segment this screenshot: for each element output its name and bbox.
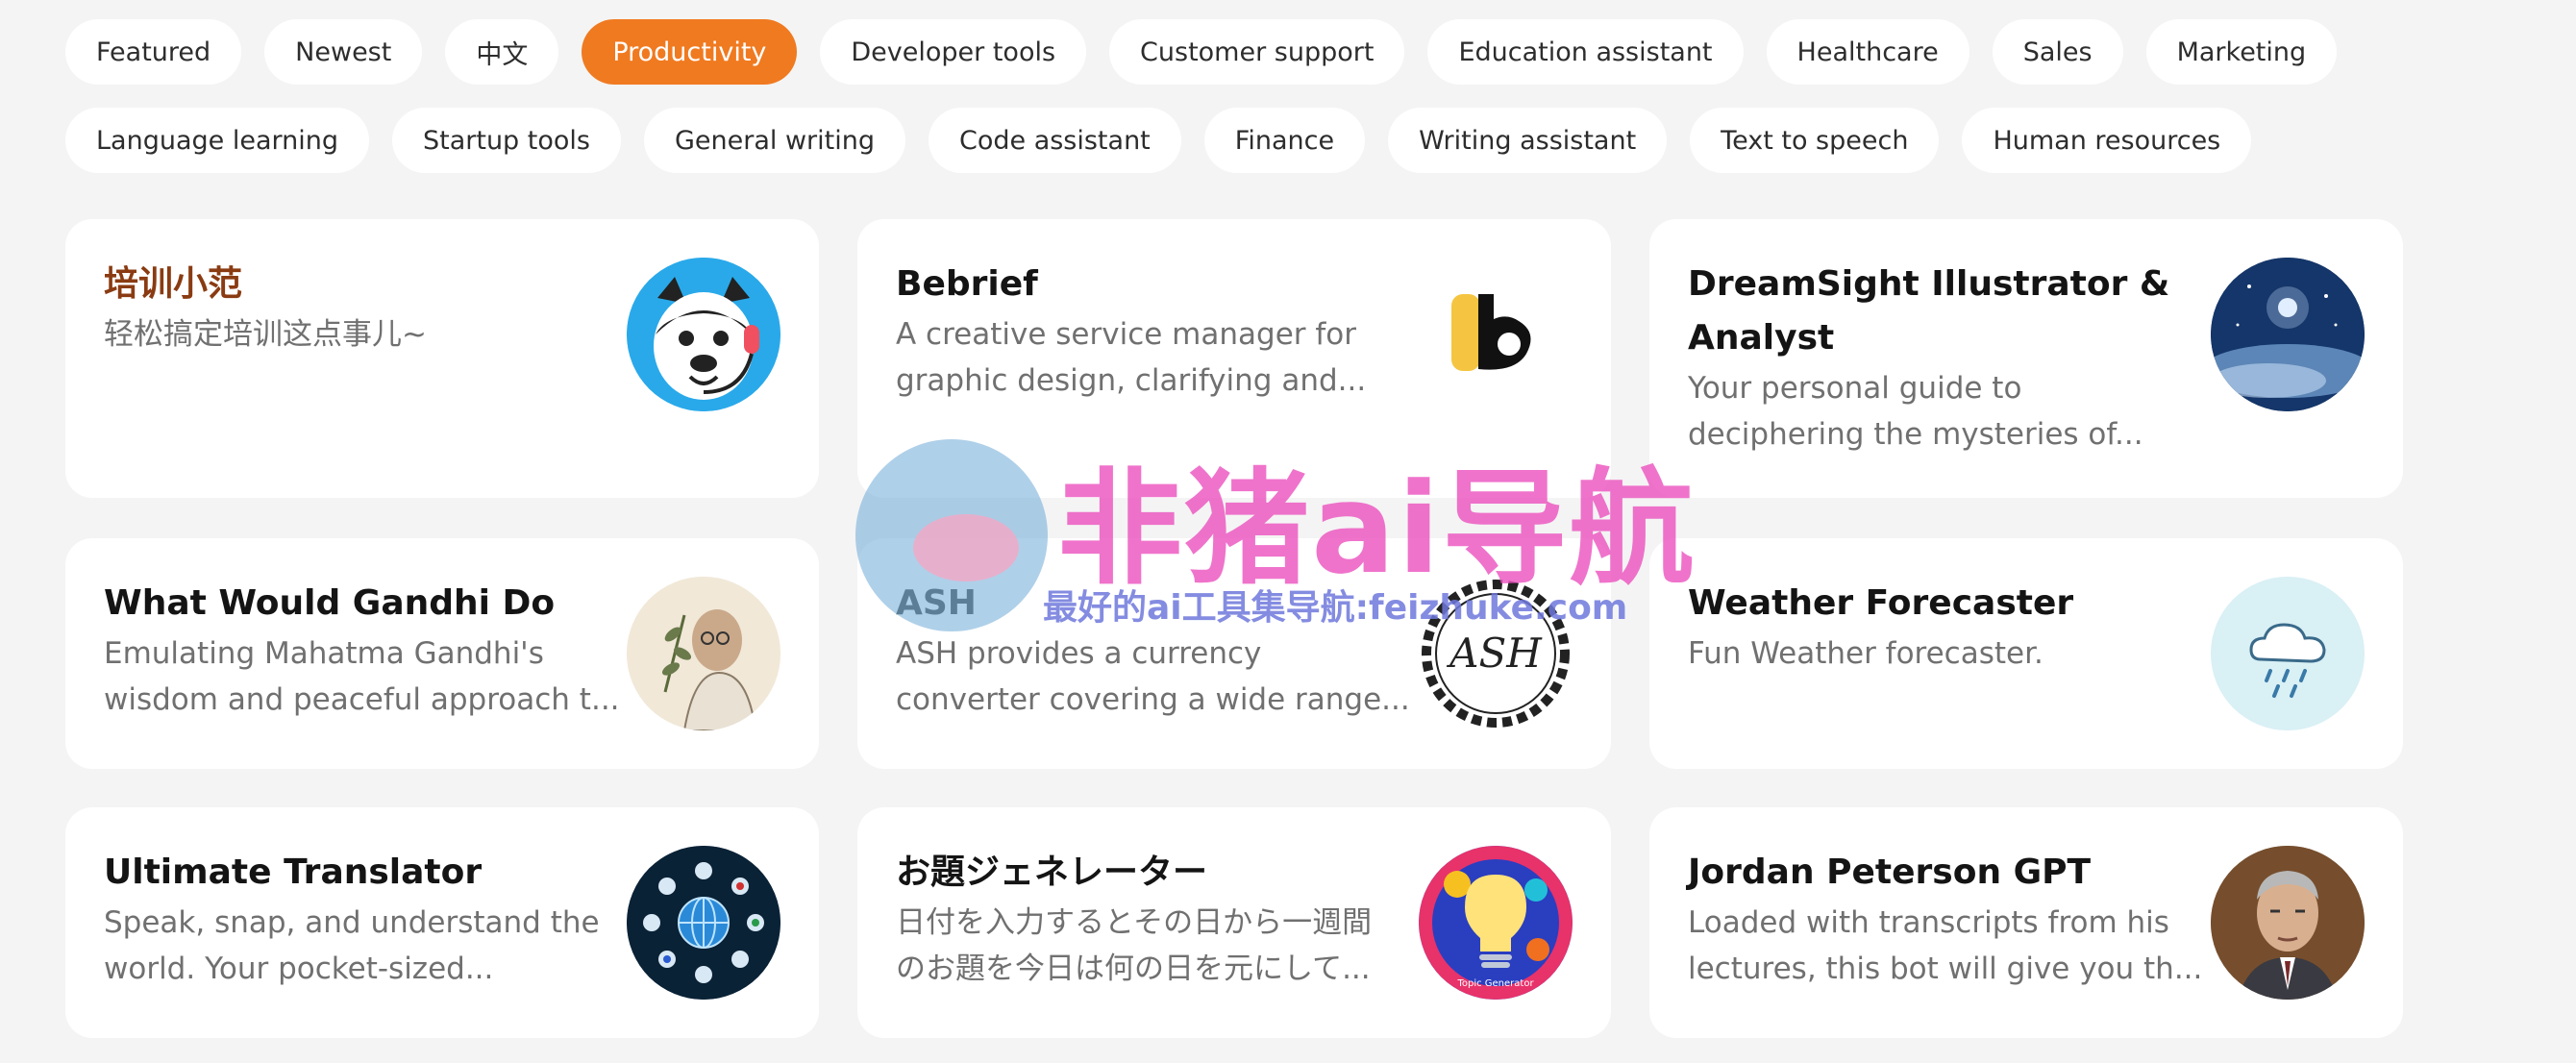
category-pill-code-assistant[interactable]: Code assistant: [928, 108, 1181, 173]
gpt-card-weather-forecaster[interactable]: Weather Forecaster Fun Weather forecaste…: [1649, 538, 2403, 769]
category-pill-featured[interactable]: Featured: [65, 19, 242, 85]
lightbulb-topic-generator-icon: Topic Generator: [1419, 846, 1573, 1000]
gandhi-portrait-icon: [627, 577, 780, 730]
category-pill-customer-support[interactable]: Customer support: [1109, 19, 1405, 85]
card-title: お題ジェネレーター: [896, 853, 1208, 892]
card-title: What Would Gandhi Do: [104, 583, 556, 623]
card-description: Emulating Mahatma Gandhi's wisdom and pe…: [104, 636, 620, 717]
card-title: ASH: [896, 583, 977, 623]
card-title: Ultimate Translator: [104, 853, 483, 892]
category-bar-row-2: Language learning Startup tools General …: [65, 108, 2252, 173]
category-pill-healthcare[interactable]: Healthcare: [1766, 19, 1969, 85]
husky-headset-icon: [627, 258, 780, 411]
category-pill-language-learning[interactable]: Language learning: [65, 108, 369, 173]
gpt-card-bebrief[interactable]: Bebrief A creative service manager for g…: [857, 219, 1611, 498]
category-pill-productivity[interactable]: Productivity: [582, 19, 798, 85]
category-pill-human-resources[interactable]: Human resources: [1962, 108, 2252, 173]
card-title: Weather Forecaster: [1688, 583, 2074, 623]
card-description: ASH provides a currency converter coveri…: [896, 636, 1410, 717]
card-description: A creative service manager for graphic d…: [896, 317, 1367, 398]
letter-b-logo-icon: [1419, 258, 1573, 411]
category-pill-newest[interactable]: Newest: [264, 19, 423, 85]
category-pill-developer-tools[interactable]: Developer tools: [820, 19, 1087, 85]
category-pill-general-writing[interactable]: General writing: [643, 108, 905, 173]
category-pill-writing-assistant[interactable]: Writing assistant: [1388, 108, 1668, 173]
category-bar-row-1: Featured Newest 中文 Productivity Develope…: [65, 19, 2338, 85]
category-pill-sales[interactable]: Sales: [1992, 19, 2123, 85]
gpt-card-what-would-gandhi-do[interactable]: What Would Gandhi Do Emulating Mahatma G…: [65, 538, 819, 769]
card-description: Speak, snap, and understand the world. Y…: [104, 905, 600, 986]
globe-flags-icon: [627, 846, 780, 1000]
night-sky-moon-icon: [2211, 258, 2365, 411]
category-pill-text-to-speech[interactable]: Text to speech: [1690, 108, 1940, 173]
category-pill-education-assistant[interactable]: Education assistant: [1427, 19, 1744, 85]
card-title: 培训小范: [104, 264, 243, 304]
ash-gear-logo-icon: ASH: [1419, 577, 1573, 730]
gpt-card-peixun-xiaofan[interactable]: 培训小范 轻松搞定培训这点事儿~: [65, 219, 819, 498]
category-pill-startup-tools[interactable]: Startup tools: [391, 108, 621, 173]
card-title: Jordan Peterson GPT: [1688, 853, 2092, 892]
gpt-card-ash[interactable]: ASH ASH provides a currency converter co…: [857, 538, 1611, 769]
card-title: DreamSight Illustrator & Analyst: [1688, 264, 2170, 358]
card-description: Fun Weather forecaster.: [1688, 636, 2043, 671]
jordan-peterson-portrait-icon: [2211, 846, 2365, 1000]
gpt-card-dreamsight[interactable]: DreamSight Illustrator & Analyst Your pe…: [1649, 219, 2403, 498]
card-description: Loaded with transcripts from his lecture…: [1688, 905, 2203, 986]
card-title: Bebrief: [896, 264, 1038, 304]
category-pill-finance[interactable]: Finance: [1203, 108, 1366, 173]
category-pill-chinese[interactable]: 中文: [445, 19, 559, 85]
card-description: 日付を入力するとその日から一週間 のお題を今日は何の日を元にして...: [896, 905, 1373, 986]
category-pill-marketing[interactable]: Marketing: [2145, 19, 2338, 85]
gpt-card-ultimate-translator[interactable]: Ultimate Translator Speak, snap, and und…: [65, 807, 819, 1038]
svg-text:Topic Generator: Topic Generator: [1456, 978, 1534, 989]
card-description: Your personal guide to deciphering the m…: [1688, 371, 2143, 452]
gpt-card-odai-generator[interactable]: お題ジェネレーター 日付を入力するとその日から一週間 のお題を今日は何の日を元に…: [857, 807, 1611, 1038]
card-description: 轻松搞定培训这点事儿~: [104, 317, 427, 352]
rain-cloud-icon: [2211, 577, 2365, 730]
svg-text:ASH: ASH: [1446, 630, 1543, 677]
gpt-card-jordan-peterson[interactable]: Jordan Peterson GPT Loaded with transcri…: [1649, 807, 2403, 1038]
gpt-store-page: Featured Newest 中文 Productivity Develope…: [0, 0, 2576, 1063]
